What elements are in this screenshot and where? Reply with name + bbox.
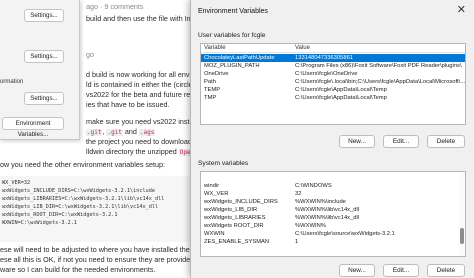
var-value: %WXWIN%\include bbox=[295, 199, 346, 205]
article-line: ow you need the other environment variab… bbox=[0, 160, 166, 169]
code-block: WX_VER=32 wxWidgets_INCLUDE_DIRS=C:\wxWi… bbox=[0, 176, 200, 242]
var-value: C:\Users\fcgle\.local\bin;C:\Users\fcgle… bbox=[295, 79, 465, 85]
system-var-row[interactable]: WX_VER 32 bbox=[201, 190, 465, 198]
inline-code: .ags bbox=[138, 129, 156, 136]
system-list-scrollbar[interactable] bbox=[459, 172, 465, 256]
column-header-value[interactable]: Value bbox=[295, 44, 310, 53]
code-line: wxWidgets_INCLUDE_DIRS=C:\wxWidgets-3.2.… bbox=[2, 188, 156, 194]
var-name: ZES_ENABLE_SYSMAN bbox=[204, 239, 270, 245]
code-line: WX_VER=32 bbox=[2, 180, 31, 186]
var-name: WX_VER bbox=[204, 191, 229, 197]
code-line: wxWidgets_LIB_DIR=C:\wxWidgets-3.2.1\lib… bbox=[2, 204, 159, 210]
code-line: WXWIN=C:\wxWidgets-3.2.1 bbox=[2, 220, 77, 226]
var-value: C:\WINDOWS bbox=[295, 183, 332, 189]
var-name: wxWidgets_LIBRARIES bbox=[204, 215, 266, 221]
user-var-row[interactable]: TEMP C:\Users\fcgle\AppData\Local\Temp bbox=[201, 86, 465, 94]
article-meta: ago · 9 comments bbox=[86, 2, 144, 11]
system-var-row[interactable]: WXWIN C:\Users\fcgle\source\wxWidgets-3.… bbox=[201, 230, 465, 238]
code-line: wxWidgets_LIBRARIES=C:\wxWidgets-3.2.1\l… bbox=[2, 196, 165, 202]
inline-word: and bbox=[124, 127, 137, 136]
var-value: %WXWIN%\lib\vc14x_dll bbox=[295, 207, 360, 213]
article-meta-2: go bbox=[86, 50, 94, 59]
scroll-thumb[interactable] bbox=[460, 228, 464, 244]
article-inline-codes: .git, .git and .ags bbox=[86, 127, 156, 136]
user-var-row[interactable]: OneDrive C:\Users\fcgle\OneDrive bbox=[201, 70, 465, 78]
system-new-button[interactable]: New... bbox=[339, 264, 375, 277]
settings-button-startup[interactable]: Settings... bbox=[24, 92, 64, 105]
user-variables-list[interactable]: Variable Value ChocolateyLastPathUpdate … bbox=[200, 43, 466, 125]
article-line: ware so I can build for the needed envir… bbox=[0, 265, 156, 274]
startup-info-label: ormation bbox=[0, 79, 24, 85]
system-variables-title: System variables bbox=[198, 160, 249, 167]
system-var-row[interactable]: windir C:\WINDOWS bbox=[201, 182, 465, 190]
article-line: the project you need to download (vs) bbox=[86, 137, 206, 146]
inline-code: .git bbox=[86, 129, 103, 136]
var-value: 1 bbox=[295, 239, 299, 245]
user-edit-button[interactable]: Edit... bbox=[383, 135, 419, 148]
system-var-row[interactable]: wxWidgets_LIB_DIR %WXWIN%\lib\vc14x_dll bbox=[201, 206, 465, 214]
code-line: wxWidgets_ROOT_DIR=C:\wxWidgets-3.2.1 bbox=[2, 212, 118, 218]
var-name: windir bbox=[204, 183, 220, 189]
article-text: lldwin directory the unzipped bbox=[86, 147, 177, 156]
system-edit-button[interactable]: Edit... bbox=[383, 264, 419, 277]
var-name: ChocolateyLastPathUpdate bbox=[204, 55, 275, 61]
system-delete-button[interactable]: Delete bbox=[427, 264, 465, 277]
user-new-button[interactable]: New... bbox=[339, 135, 375, 148]
var-value: C:\Users\fcgle\source\wxWidgets-3.2.1 bbox=[295, 231, 395, 237]
system-var-row[interactable]: ZES_ENABLE_SYSMAN 1 bbox=[201, 238, 465, 246]
dialog-title: Environment Variables bbox=[198, 8, 268, 15]
close-icon[interactable]: ✕ bbox=[457, 4, 466, 16]
var-name: WXWIN bbox=[204, 231, 225, 237]
var-name: TEMP bbox=[204, 87, 221, 93]
user-var-row[interactable]: MOZ_PLUGIN_PATH C:\Program Files (x86)\F… bbox=[201, 62, 465, 70]
var-value: C:\Users\fcgle\AppData\Local\Temp bbox=[295, 95, 387, 101]
environment-variables-dialog: Environment Variables ✕ User variables f… bbox=[190, 0, 474, 278]
var-name: wxWidgets ROOT_DIR bbox=[204, 223, 264, 229]
system-var-row[interactable]: wxWidgets_LIBRARIES %WXWIN%\lib\vc14x_dl… bbox=[201, 214, 465, 222]
settings-button-performance[interactable]: Settings... bbox=[24, 9, 64, 22]
var-value: %WXWIN% bbox=[295, 223, 326, 229]
article-line: ies that have to be issued. bbox=[86, 100, 170, 109]
var-name: OneDrive bbox=[204, 71, 229, 77]
system-properties-dialog: Settings... Settings... ormation Setting… bbox=[0, 0, 80, 140]
user-var-row[interactable]: ChocolateyLastPathUpdate 133148047336305… bbox=[201, 54, 465, 62]
var-name: wxWidgets_INCLUDE_DIRS bbox=[204, 199, 278, 205]
var-name: wxWidgets_LIB_DIR bbox=[204, 207, 258, 213]
user-var-row[interactable]: TMP C:\Users\fcgle\AppData\Local\Temp bbox=[201, 94, 465, 102]
system-variables-list[interactable]: windir C:\WINDOWS WX_VER 32 wxWidgets_IN… bbox=[200, 171, 466, 257]
user-variables-title: User variables for fcgle bbox=[198, 32, 266, 39]
var-value: C:\Users\fcgle\AppData\Local\Temp bbox=[295, 87, 387, 93]
var-name: MOZ_PLUGIN_PATH bbox=[204, 63, 260, 69]
user-delete-button[interactable]: Delete bbox=[427, 135, 465, 148]
var-value: 32 bbox=[295, 191, 302, 197]
var-value: 133148047336305861 bbox=[295, 55, 354, 61]
environment-variables-button[interactable]: Environment Variables... bbox=[2, 117, 64, 138]
inline-code: .git bbox=[106, 129, 123, 136]
list-header: Variable Value bbox=[201, 44, 465, 53]
column-header-variable[interactable]: Variable bbox=[204, 44, 226, 53]
var-value: C:\Users\fcgle\OneDrive bbox=[295, 71, 358, 77]
var-name: Path bbox=[204, 79, 216, 85]
var-name: TMP bbox=[204, 95, 217, 101]
settings-button-profiles[interactable]: Settings... bbox=[24, 50, 64, 63]
system-var-row[interactable]: wxWidgets_INCLUDE_DIRS %WXWIN%\include bbox=[201, 198, 465, 206]
var-value: %WXWIN%\lib\vc14x_dll bbox=[295, 215, 360, 221]
system-var-row[interactable]: wxWidgets ROOT_DIR %WXWIN% bbox=[201, 222, 465, 230]
user-var-row[interactable]: Path C:\Users\fcgle\.local\bin;C:\Users\… bbox=[201, 78, 465, 86]
article-line: ese all this is OK, if not you need to e… bbox=[0, 255, 219, 264]
var-value: C:\Program Files (x86)\Foxit Software\Fo… bbox=[295, 63, 462, 69]
article-line: ese will need to be adjusted to where yo… bbox=[0, 245, 221, 254]
